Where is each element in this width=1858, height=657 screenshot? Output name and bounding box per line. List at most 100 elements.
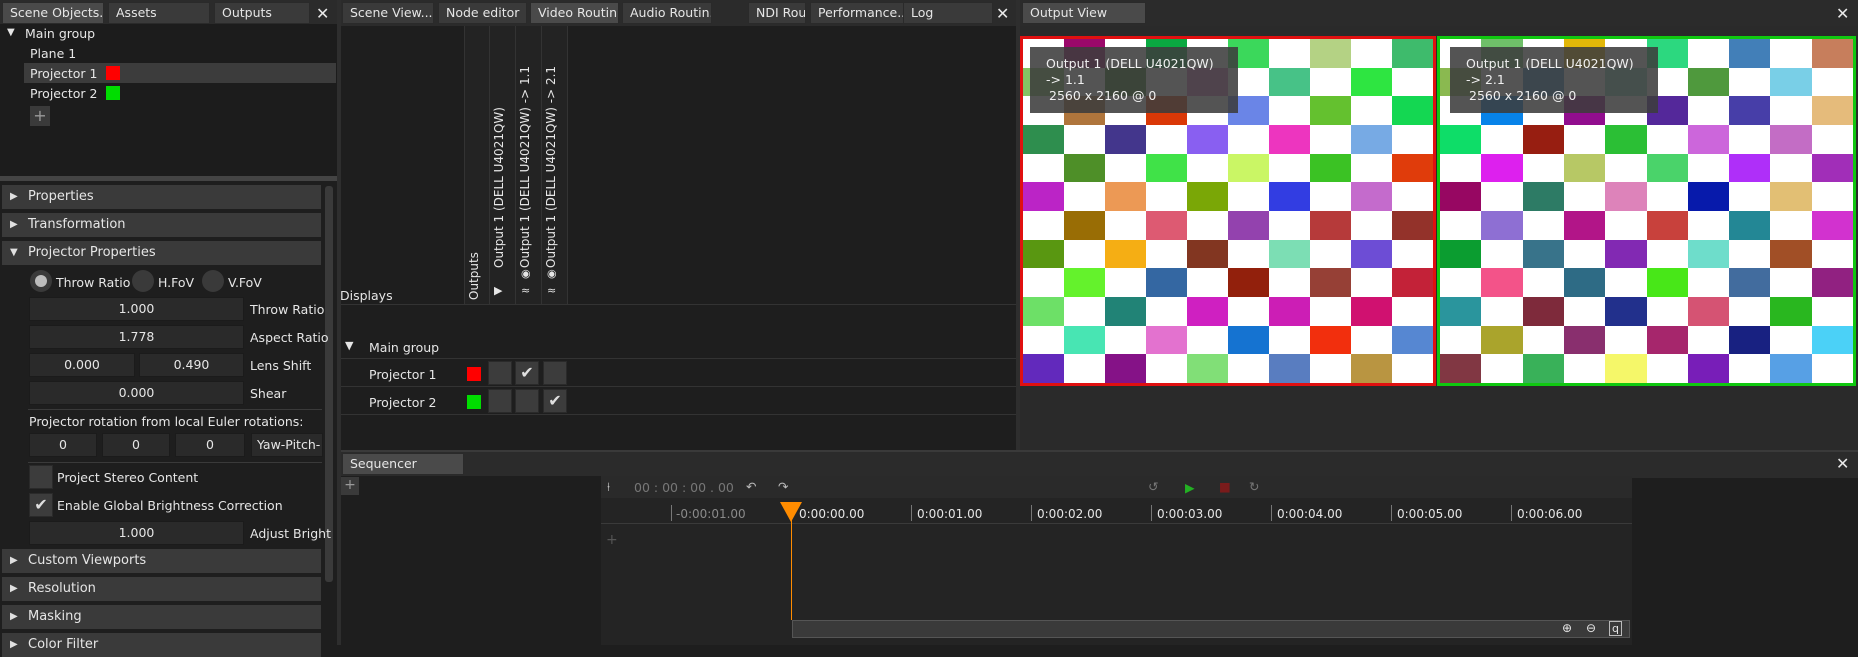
brightness-checkbox[interactable]: ✔ (29, 493, 53, 517)
play-icon[interactable]: ▶ (494, 284, 502, 297)
routing-group-header[interactable] (341, 333, 1017, 359)
tab-output-view[interactable]: Output View (1022, 2, 1146, 24)
route-cell-p2-out[interactable] (488, 389, 512, 413)
timeline-scrollbar[interactable] (792, 620, 1630, 638)
section-masking[interactable]: ▶ Masking (2, 605, 321, 629)
loop-end-icon[interactable]: ↷ (778, 479, 788, 494)
lens-shift-label: Lens Shift (250, 358, 312, 373)
projector-2-color-swatch[interactable] (106, 86, 120, 100)
tab-scene-view[interactable]: Scene View... (342, 2, 434, 24)
shear-input[interactable]: 0.000 (29, 381, 244, 405)
throw-ratio-label: Throw Ratio (250, 302, 325, 317)
test-pattern-cell (1605, 239, 1648, 270)
route-cell-p1-2-1[interactable] (543, 361, 567, 385)
test-pattern-cell (1310, 96, 1352, 126)
play-icon[interactable]: ▶ (1185, 480, 1195, 495)
test-pattern-cell (1605, 153, 1648, 184)
projector-1-color-swatch[interactable] (106, 66, 120, 80)
rewind-icon[interactable]: ↺ (1148, 479, 1158, 494)
expand-icon: ▶ (10, 191, 18, 202)
tab-performance[interactable]: Performance... (810, 2, 908, 24)
close-icon[interactable]: ✕ (996, 6, 1009, 22)
route-cell-p2-1-1[interactable] (515, 389, 539, 413)
stop-icon[interactable]: ■ (1219, 479, 1231, 494)
test-pattern-cell (1351, 268, 1393, 298)
section-custom-viewports[interactable]: ▶ Custom Viewports (2, 549, 321, 573)
radio-hfov[interactable] (132, 270, 154, 292)
tab-scene-objects[interactable]: Scene Objects... (2, 2, 104, 24)
tree-root-main-group[interactable]: Main group (25, 26, 95, 41)
wave-icon[interactable]: ≈ (547, 284, 556, 297)
test-pattern-cell (1481, 354, 1524, 383)
test-pattern-cell (1440, 153, 1483, 184)
lens-shift-x-input[interactable]: 0.000 (29, 353, 135, 377)
route-cell-p2-2-1[interactable]: ✔ (543, 389, 567, 413)
section-resolution[interactable]: ▶ Resolution (2, 577, 321, 601)
rotation-order-select[interactable]: Yaw-Pitch-R (251, 433, 323, 457)
tree-expand-icon[interactable]: ▼ (7, 27, 15, 38)
loop-start-icon[interactable]: ↶ (746, 479, 756, 494)
aspect-ratio-input[interactable]: 1.778 (29, 325, 244, 349)
radio-vfov[interactable] (202, 270, 224, 292)
expand-icon: ▶ (10, 583, 18, 594)
marker-icon[interactable]: ⍿ (607, 480, 610, 495)
section-color-filter[interactable]: ▶ Color Filter (2, 633, 321, 657)
adjust-brightness-input[interactable]: 1.000 (29, 521, 244, 545)
test-pattern-cell (1563, 325, 1607, 356)
tab-log[interactable]: Log (903, 2, 993, 24)
section-projector-properties[interactable]: ▼ Projector Properties (2, 241, 321, 265)
test-pattern-cell (1770, 211, 1813, 241)
radio-throw-ratio[interactable] (30, 270, 52, 292)
test-pattern-cell (1563, 268, 1607, 298)
throw-ratio-input[interactable]: 1.000 (29, 297, 244, 321)
tree-item-projector-1[interactable]: Projector 1 (30, 66, 97, 81)
lens-shift-y-input[interactable]: 0.490 (139, 353, 244, 377)
route-cell-p1-out[interactable] (488, 361, 512, 385)
rotation-y-input[interactable]: 0 (102, 433, 170, 457)
add-keyframe-icon[interactable]: + (606, 532, 618, 548)
rotation-x-input[interactable]: 0 (29, 433, 97, 457)
tree-item-projector-2[interactable]: Projector 2 (30, 86, 97, 101)
tab-audio-routing[interactable]: Audio Routin... (622, 2, 712, 24)
wave-icon[interactable]: ≈ (521, 284, 530, 297)
test-pattern-cell (1269, 325, 1311, 356)
tab-assets[interactable]: Assets (108, 2, 210, 24)
test-pattern-cell (1811, 297, 1853, 327)
close-icon[interactable]: ✕ (1836, 6, 1849, 22)
rotation-z-input[interactable]: 0 (175, 433, 245, 457)
routing-group-label: Main group (369, 340, 440, 355)
tab-ndi-routing[interactable]: NDI Routing... (748, 2, 806, 24)
eye-icon[interactable]: ◉ (547, 267, 557, 280)
add-object-button[interactable]: + (30, 106, 50, 126)
timecode-display[interactable]: 00 : 00 : 00 . 00 (634, 480, 734, 495)
zoom-fit-icon[interactable]: q (1609, 621, 1622, 636)
tick-label: 0:00:05.00 (1397, 507, 1463, 521)
test-pattern-cell (1064, 153, 1106, 184)
close-icon[interactable]: ✕ (1836, 456, 1849, 472)
group-collapse-icon[interactable]: ▼ (345, 339, 353, 352)
test-pattern-cell (1646, 297, 1689, 327)
left-scrollbar[interactable] (325, 186, 333, 582)
playhead-marker[interactable] (780, 502, 802, 522)
zoom-out-icon[interactable]: ⊖ (1586, 621, 1596, 635)
tab-node-editor[interactable]: Node editor (438, 2, 527, 24)
tree-item-plane-1[interactable]: Plane 1 (30, 46, 76, 61)
close-icon[interactable]: ✕ (316, 6, 329, 22)
test-pattern-cell (1770, 39, 1813, 69)
add-track-button[interactable]: + (341, 477, 359, 495)
test-pattern-cell (1440, 239, 1483, 270)
splitter[interactable] (0, 176, 338, 181)
projector-2-color-swatch (467, 395, 481, 409)
tab-sequencer[interactable]: Sequencer (342, 453, 464, 475)
section-transformation[interactable]: ▶ Transformation (2, 213, 321, 237)
test-pattern-cell (1481, 182, 1524, 212)
forward-icon[interactable]: ↻ (1249, 479, 1259, 494)
stereo-checkbox[interactable] (29, 465, 53, 489)
test-pattern-cell (1105, 211, 1147, 241)
tab-video-routing[interactable]: Video Routin... (530, 2, 619, 24)
tab-outputs[interactable]: Outputs (214, 2, 310, 24)
zoom-in-icon[interactable]: ⊕ (1562, 621, 1572, 635)
route-cell-p1-1-1[interactable]: ✔ (515, 361, 539, 385)
section-properties[interactable]: ▶ Properties (2, 185, 321, 209)
eye-icon[interactable]: ◉ (521, 267, 531, 280)
